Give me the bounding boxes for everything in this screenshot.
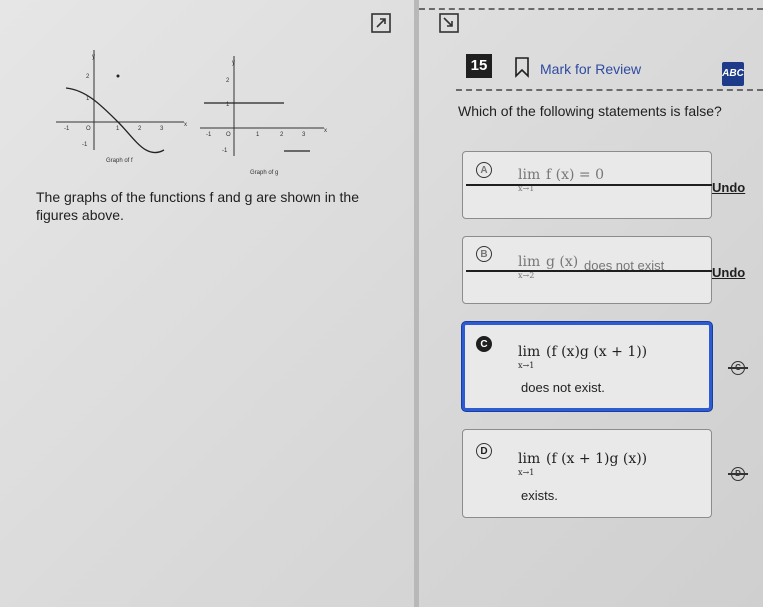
graph-f-caption: Graph of f (106, 158, 133, 164)
choice-c-eliminate-button[interactable]: C (728, 361, 748, 375)
stimulus-pane: x y -1 O 1 2 3 2 1 -1 Graph of f x y -1 … (0, 0, 416, 607)
graph-g-tick: 3 (302, 132, 306, 138)
graph-g-tick: 1 (256, 132, 260, 138)
mark-for-review-button[interactable]: Mark for Review (540, 61, 641, 77)
graph-g-tick: 2 (226, 78, 230, 84)
choice-d-text: exists. (521, 488, 558, 503)
choice-c-sub: x→1 (518, 361, 535, 370)
choice-a-undo-button[interactable]: Undo (712, 180, 745, 195)
graph-g-tick: 2 (280, 132, 284, 138)
choice-b-lim: lim (518, 254, 541, 270)
question-divider (456, 89, 763, 91)
question-prompt: Which of the following statements is fal… (458, 103, 722, 119)
choice-b-strikethrough (466, 270, 712, 272)
graph-f-tick: -1 (82, 142, 88, 148)
graph-f-tick: 2 (138, 126, 142, 132)
choice-d-lim: lim (518, 451, 541, 467)
choice-a-letter: A (476, 162, 492, 178)
choice-b-letter: B (476, 246, 492, 262)
graph-f-tick: -1 (64, 126, 70, 132)
graph-f-tick: 2 (86, 74, 90, 80)
choice-a-expression: f (x) = 0 (546, 167, 604, 183)
graph-g-tick: -1 (222, 148, 228, 154)
graph-g-x-axis-label: x (324, 128, 327, 134)
collapse-icon[interactable] (438, 12, 460, 34)
graph-f-tick: 3 (160, 126, 164, 132)
choice-d-sub: x→1 (518, 468, 535, 477)
question-number: 15 (466, 54, 492, 78)
choice-b-expression: g (x) (546, 254, 579, 270)
bookmark-icon[interactable] (514, 56, 530, 78)
choice-d-expression: (f (x + 1)g (x)) (546, 451, 648, 467)
graph-f-x-axis-label: x (184, 122, 187, 128)
header-divider (419, 8, 763, 10)
pane-divider[interactable] (414, 0, 419, 607)
choice-a-lim: lim (518, 167, 541, 183)
choice-b-sub: x→2 (518, 271, 535, 280)
choice-c-expression: (f (x)g (x + 1)) (546, 344, 648, 360)
stimulus-text: The graphs of the functions f and g are … (36, 189, 359, 223)
graph-g-y-axis-label: y (232, 60, 235, 66)
choice-b-undo-button[interactable]: Undo (712, 265, 745, 280)
graph-f-tick: O (86, 126, 91, 132)
expand-icon[interactable] (370, 12, 392, 34)
graph-f-y-axis-label: y (92, 54, 95, 60)
choice-c-lim: lim (518, 344, 541, 360)
choice-d-eliminate-button[interactable]: D (728, 467, 748, 481)
choice-c-letter: C (476, 336, 492, 352)
abc-eliminate-button[interactable]: ABC (722, 62, 744, 86)
graph-g-caption: Graph of g (250, 170, 278, 176)
graph-f-tick: 1 (116, 126, 120, 132)
graph-g-tick: -1 (206, 132, 212, 138)
choice-c-text: does not exist. (521, 380, 605, 395)
choice-a-strikethrough (466, 184, 712, 186)
graph-g: x y -1 O 1 2 3 2 1 -1 Graph of g (200, 56, 330, 181)
graph-f: x y -1 O 1 2 3 2 1 -1 Graph of f (56, 50, 187, 175)
choice-d-letter: D (476, 443, 492, 459)
graph-g-tick: O (226, 132, 231, 138)
choice-d[interactable] (462, 429, 712, 518)
choice-c[interactable] (462, 322, 712, 411)
